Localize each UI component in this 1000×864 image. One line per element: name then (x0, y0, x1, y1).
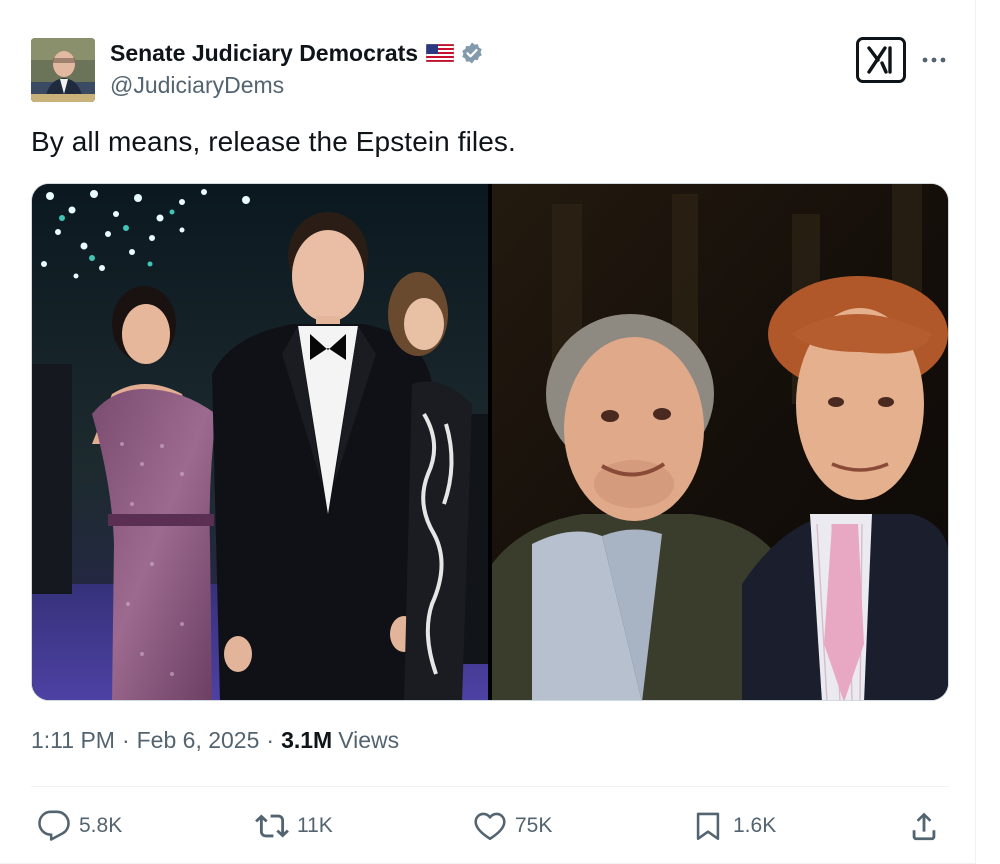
heart-icon (474, 812, 506, 841)
grok-icon[interactable] (856, 37, 906, 83)
media-grid (31, 183, 949, 701)
author-name-row: Senate Judiciary Democrats (110, 38, 484, 68)
tweet-meta: 1:11 PM · Feb 6, 2025 · 3.1M Views (31, 727, 399, 754)
bookmark-icon (696, 812, 720, 841)
tweet-date[interactable]: Feb 6, 2025 (137, 727, 260, 754)
repost-button[interactable]: 11K (255, 804, 333, 848)
tweet-time[interactable]: 1:11 PM (31, 727, 115, 754)
author-name[interactable]: Senate Judiciary Democrats (110, 40, 418, 67)
reply-icon (38, 810, 70, 841)
views-label: Views (338, 727, 400, 753)
like-button[interactable]: 75K (473, 804, 552, 848)
photo-gala-couple[interactable] (32, 184, 488, 700)
verified-badge-icon[interactable] (460, 41, 484, 65)
avatar[interactable] (31, 38, 95, 102)
divider (31, 786, 949, 787)
reply-count: 5.8K (79, 814, 123, 837)
bookmark-button[interactable]: 1.6K (691, 804, 776, 848)
like-count: 75K (515, 814, 553, 837)
more-options-icon[interactable] (920, 50, 950, 70)
bookmark-count: 1.6K (733, 814, 777, 837)
photo-two-men[interactable] (492, 184, 948, 700)
reply-button[interactable]: 5.8K (37, 804, 122, 848)
share-icon (912, 812, 936, 841)
action-bar: 5.8K 11K 75K 1.6K (31, 804, 949, 848)
views-count: 3.1M (281, 727, 333, 753)
tweet-text: By all means, release the Epstein files. (31, 126, 516, 157)
repost-icon (255, 814, 289, 838)
meta-separator: · (121, 727, 130, 753)
tweet-card: Senate Judiciary Democrats @JudiciaryDem… (0, 0, 976, 864)
repost-count: 11K (297, 814, 333, 837)
share-button[interactable] (907, 804, 941, 848)
us-flag-icon (425, 43, 455, 63)
author-handle[interactable]: @JudiciaryDems (110, 72, 284, 99)
meta-separator: · (266, 727, 275, 753)
